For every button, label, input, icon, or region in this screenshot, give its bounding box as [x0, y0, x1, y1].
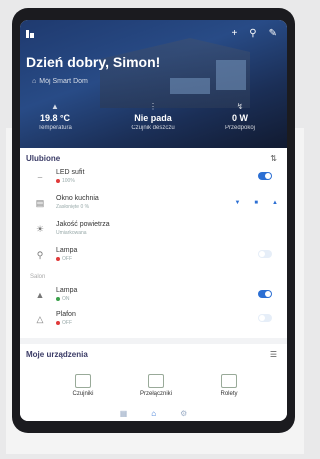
toggle-switch[interactable]: [258, 172, 272, 180]
item-status: 100%: [56, 178, 75, 184]
stat-label: Czujnik deszczu: [131, 125, 175, 131]
stat-label: Temperatura: [38, 125, 72, 131]
plafon-icon: △: [36, 314, 44, 324]
item-status: OFF: [56, 256, 72, 262]
house-window: [216, 60, 246, 90]
favorite-item-plafon[interactable]: △ Plafon OFF: [30, 310, 280, 332]
stat-temperature[interactable]: ▲ 19.8 °C Temperatura: [20, 102, 90, 131]
devices-title: Moje urządzenia: [26, 350, 88, 359]
favorite-item-salon-lamp[interactable]: ▲ Lampa ON: [30, 286, 280, 308]
toggle-switch[interactable]: [258, 290, 272, 298]
category-label: Przełączniki: [139, 391, 172, 397]
list-icon[interactable]: ☰: [270, 350, 277, 359]
roller-blind-icon: [221, 374, 237, 388]
greeting-title: Dzień dobry, Simon!: [26, 54, 161, 70]
category-label: Czujniki: [72, 391, 94, 397]
rain-icon: ⋮: [149, 102, 157, 111]
category-sensors[interactable]: Czujniki: [48, 374, 118, 397]
hero-banner: + ⚲ ✎ Dzień dobry, Simon! ⌂ Mój Smart Do…: [20, 20, 287, 148]
toggle-switch[interactable]: [258, 250, 272, 258]
home-icon: ⌂: [32, 78, 37, 85]
lightning-icon: ↯: [236, 102, 244, 111]
stat-value: 0 W: [231, 113, 248, 123]
search-icon[interactable]: ⚲: [249, 28, 256, 39]
favorite-item-led[interactable]: ⎯ LED sufit 100%: [30, 168, 280, 190]
settings-icon[interactable]: ⚙: [180, 409, 187, 418]
sensor-icon: [75, 374, 91, 388]
led-strip-icon: ⎯: [37, 172, 43, 182]
grid-icon[interactable]: ▦: [120, 409, 128, 418]
item-name: Lampa: [56, 287, 78, 294]
favorite-item-window[interactable]: ▤ Okno kuchnia Zasłonięte 0 % ▼ ■ ▲: [30, 194, 280, 216]
air-quality-icon: ☀: [35, 224, 45, 234]
sort-icon[interactable]: ⇅: [270, 154, 277, 163]
toggle-switch[interactable]: [258, 314, 272, 322]
item-status: Umiarkowana: [56, 230, 87, 236]
home-icon[interactable]: ⌂: [151, 409, 156, 418]
lamp-icon: ⚲: [36, 250, 44, 260]
item-status: Zasłonięte 0 %: [56, 204, 90, 210]
item-status: ON: [56, 296, 70, 302]
stat-power[interactable]: ↯ 0 W Przedpokój: [205, 102, 275, 131]
item-name: LED sufit: [56, 169, 85, 176]
plus-icon[interactable]: +: [231, 28, 237, 39]
ceiling-lamp-icon: ▲: [35, 290, 45, 300]
bottom-nav: ▦ ⌂ ⚙: [20, 406, 287, 421]
home-name: Mój Smart Dom: [39, 78, 88, 85]
favorites-title: Ulubione: [26, 154, 61, 163]
house-window: [170, 78, 210, 94]
tablet-frame: + ⚲ ✎ Dzień dobry, Simon! ⌂ Mój Smart Do…: [12, 8, 295, 433]
edit-icon[interactable]: ✎: [269, 28, 277, 39]
item-name: Jakość powietrza: [56, 221, 110, 228]
home-selector[interactable]: ⌂ Mój Smart Dom: [32, 78, 88, 85]
app-logo-icon: [26, 30, 34, 38]
blinds-icon: ▤: [35, 198, 45, 208]
item-name: Plafon: [56, 311, 76, 318]
stat-label: Przedpokój: [224, 125, 256, 131]
item-name: Okno kuchnia: [56, 195, 99, 202]
category-label: Rolety: [220, 391, 238, 397]
arrow-up-icon[interactable]: ▲: [272, 200, 278, 206]
item-status: OFF: [56, 320, 72, 326]
stat-value: Nie pada: [134, 113, 172, 123]
stat-rain[interactable]: ⋮ Nie pada Czujnik deszczu: [118, 102, 188, 131]
item-name: Lampa: [56, 247, 78, 254]
arrow-down-icon[interactable]: ▼: [234, 200, 240, 206]
favorite-item-air[interactable]: ☀ Jakość powietrza Umiarkowana: [30, 220, 280, 242]
favorite-item-lamp[interactable]: ⚲ Lampa OFF: [30, 246, 280, 268]
app-screen: + ⚲ ✎ Dzień dobry, Simon! ⌂ Mój Smart Do…: [20, 20, 287, 421]
thermometer-icon: ▲: [51, 102, 59, 111]
category-switches[interactable]: Przełączniki: [121, 374, 191, 397]
stop-icon[interactable]: ■: [254, 200, 258, 206]
category-blinds[interactable]: Rolety: [194, 374, 264, 397]
group-label-salon: Salon: [30, 274, 46, 280]
stat-value: 19.8 °C: [39, 113, 71, 123]
switch-icon: [148, 374, 164, 388]
section-divider: [20, 338, 287, 344]
